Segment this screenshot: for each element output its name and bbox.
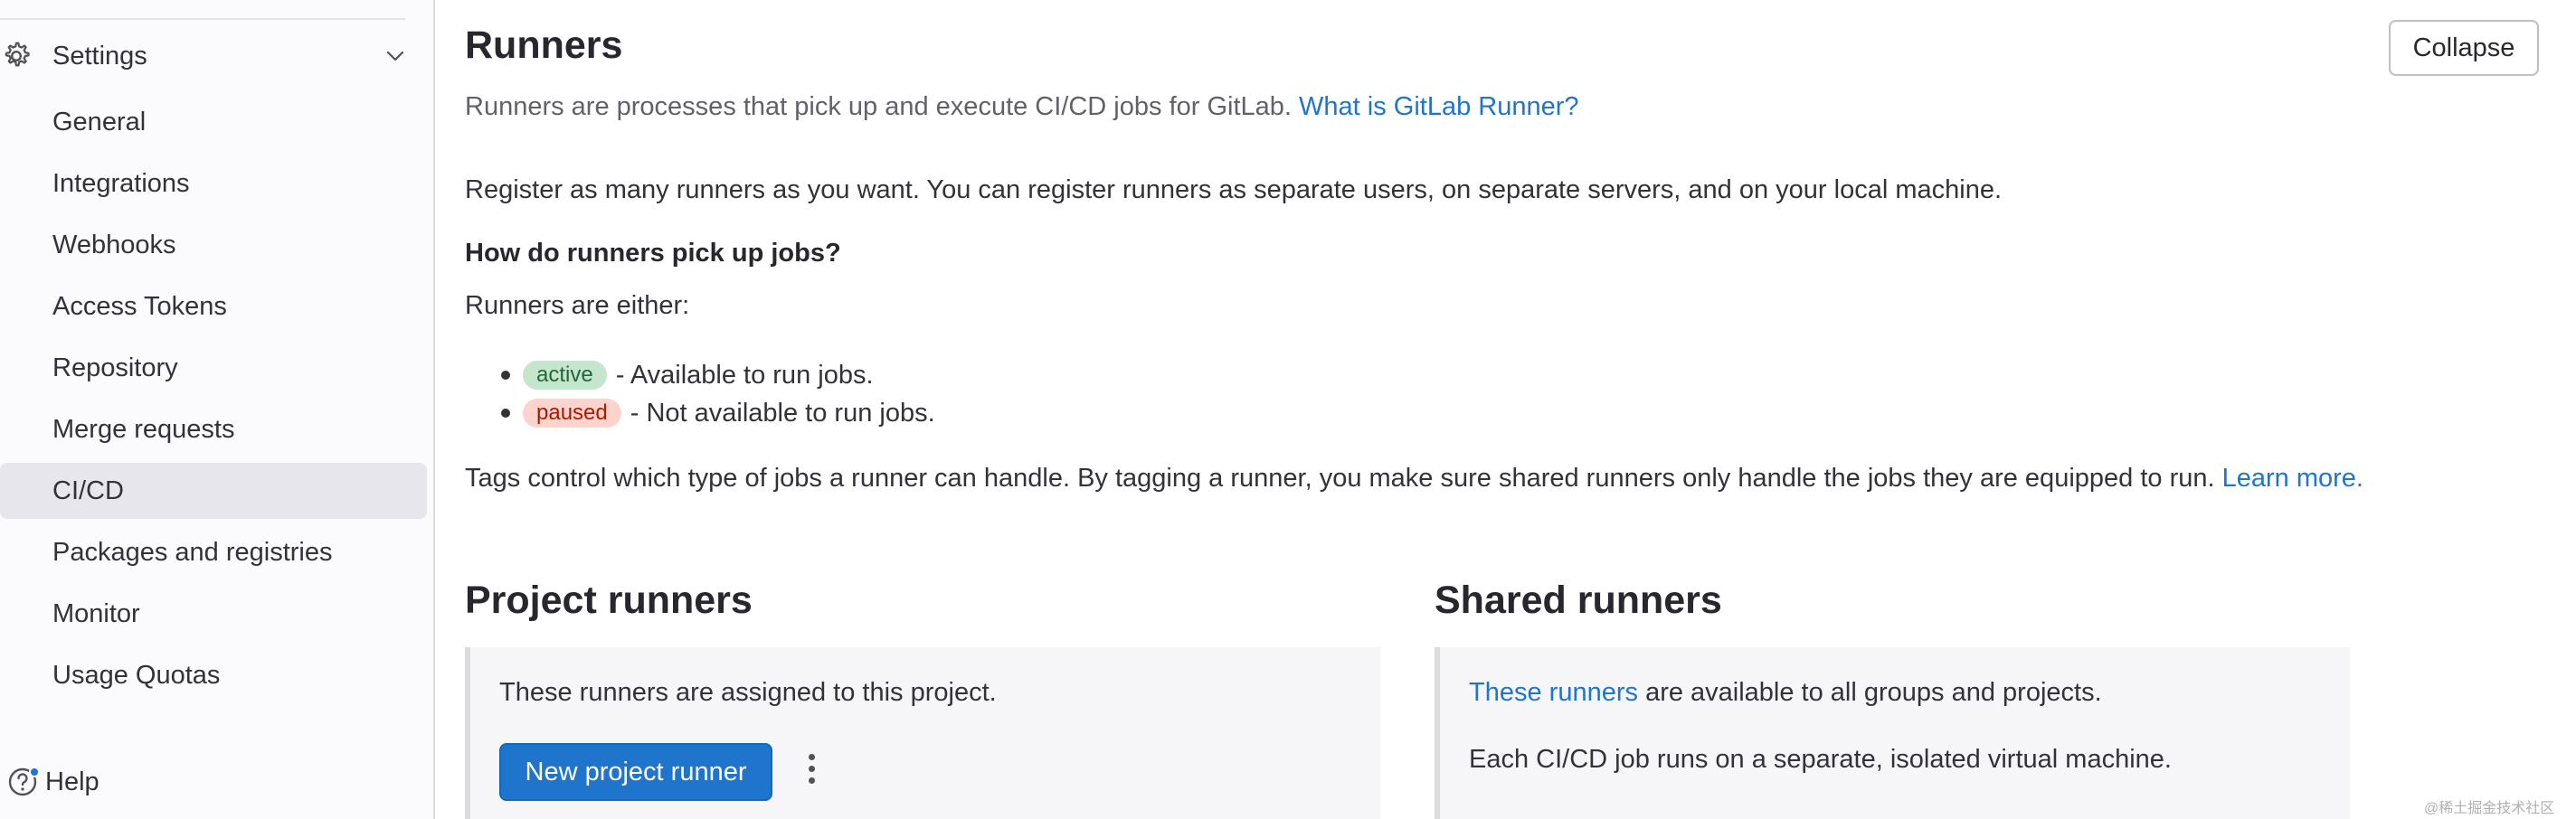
sidebar-item-access-tokens[interactable]: Access Tokens bbox=[0, 278, 427, 334]
sidebar: Settings General Integrations Webhooks A… bbox=[0, 0, 435, 819]
jobs-heading: How do runners pick up jobs? bbox=[465, 239, 841, 268]
page-title: Runners bbox=[465, 24, 623, 67]
help-button[interactable]: Help bbox=[7, 759, 99, 805]
sidebar-section-settings[interactable]: Settings bbox=[0, 33, 425, 80]
sidebar-item-packages-and-registries[interactable]: Packages and registries bbox=[0, 524, 427, 580]
kebab-icon[interactable] bbox=[805, 754, 818, 790]
state-description: - Available to run jobs. bbox=[615, 360, 874, 390]
app-root: Settings General Integrations Webhooks A… bbox=[0, 0, 2576, 819]
watermark: @稀土掘金技术社区 bbox=[2424, 801, 2555, 816]
project-runners-description: These runners are assigned to this proje… bbox=[499, 678, 997, 707]
shared-runners-description-rest: are available to all groups and projects… bbox=[1645, 678, 2102, 707]
runner-states-list: active - Available to run jobs. paused -… bbox=[501, 356, 935, 432]
sidebar-item-general[interactable]: General bbox=[0, 94, 427, 150]
sidebar-item-webhooks[interactable]: Webhooks bbox=[0, 217, 427, 273]
learn-more-link[interactable]: Learn more. bbox=[2222, 464, 2363, 493]
either-text: Runners are either: bbox=[465, 291, 690, 320]
sidebar-item-merge-requests[interactable]: Merge requests bbox=[0, 401, 427, 457]
sidebar-item-monitor[interactable]: Monitor bbox=[0, 586, 427, 642]
state-description: - Not available to run jobs. bbox=[630, 398, 935, 428]
help-icon bbox=[7, 767, 40, 797]
sidebar-item-integrations[interactable]: Integrations bbox=[0, 155, 427, 212]
help-label: Help bbox=[45, 767, 99, 796]
gear-icon bbox=[5, 42, 30, 67]
section-description: Runners are processes that pick up and e… bbox=[465, 92, 1579, 122]
shared-runners-title: Shared runners bbox=[1435, 579, 1722, 622]
bullet bbox=[501, 409, 510, 418]
sidebar-item-ci-cd[interactable]: CI/CD bbox=[0, 463, 427, 519]
main-content: Runners Collapse Runners are processes t… bbox=[465, 0, 2576, 819]
collapse-button[interactable]: Collapse bbox=[2389, 20, 2539, 76]
tags-description: Tags control which type of jobs a runner… bbox=[465, 464, 2215, 493]
sidebar-section-label: Settings bbox=[52, 42, 147, 71]
intro-text: Runners are processes that pick up and e… bbox=[465, 92, 1292, 121]
sidebar-divider bbox=[0, 18, 405, 20]
register-text: Register as many runners as you want. Yo… bbox=[465, 175, 2003, 204]
bullet bbox=[501, 371, 510, 380]
vm-text: Each CI/CD job runs on a separate, isola… bbox=[1469, 745, 2172, 774]
sidebar-item-usage-quotas[interactable]: Usage Quotas bbox=[0, 647, 427, 703]
shared-runners-panel: These runners are available to all group… bbox=[1435, 647, 2350, 819]
status-badge-active: active bbox=[523, 361, 607, 390]
notification-dot bbox=[29, 767, 40, 777]
what-is-runner-link[interactable]: What is GitLab Runner? bbox=[1299, 92, 1578, 121]
chevron-down-icon bbox=[386, 51, 404, 61]
project-runners-panel: These runners are assigned to this proje… bbox=[465, 647, 1380, 819]
list-item: active - Available to run jobs. bbox=[501, 356, 935, 394]
sidebar-item-repository[interactable]: Repository bbox=[0, 340, 427, 396]
project-runners-title: Project runners bbox=[465, 579, 753, 622]
shared-runners-description: These runners are available to all group… bbox=[1469, 678, 2102, 708]
list-item: paused - Not available to run jobs. bbox=[501, 394, 935, 432]
status-badge-paused: paused bbox=[523, 399, 621, 428]
new-project-runner-button[interactable]: New project runner bbox=[499, 743, 772, 801]
these-runners-link[interactable]: These runners bbox=[1469, 678, 1638, 707]
tags-text: Tags control which type of jobs a runner… bbox=[465, 459, 2370, 497]
